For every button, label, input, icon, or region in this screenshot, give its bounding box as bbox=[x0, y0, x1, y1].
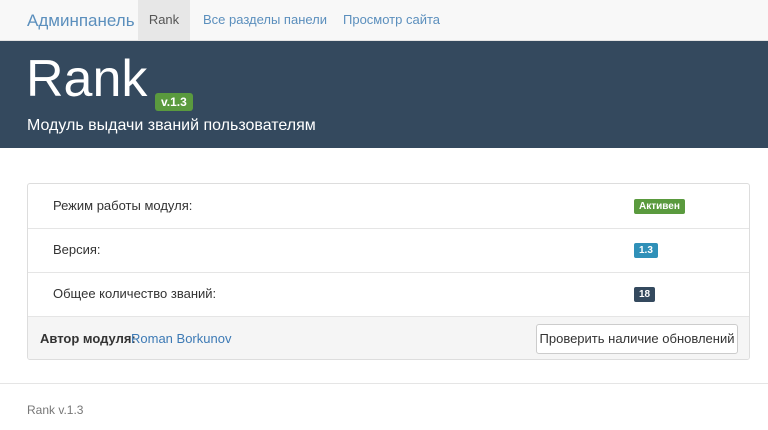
info-row-rank-count: Общее количество званий: 18 bbox=[28, 272, 749, 317]
status-badge: Активен bbox=[634, 199, 685, 214]
brand-link[interactable]: Админпанель bbox=[27, 11, 135, 31]
footer-divider bbox=[0, 383, 768, 384]
page-subtitle: Модуль выдачи званий пользователям bbox=[27, 117, 316, 134]
nav-item-rank[interactable]: Rank bbox=[138, 0, 190, 40]
version-value-badge: 1.3 bbox=[634, 243, 658, 258]
page-header: Rank v.1.3 Модуль выдачи званий пользова… bbox=[0, 41, 768, 148]
author-link[interactable]: Roman Borkunov bbox=[131, 331, 231, 346]
nav-item-all-sections[interactable]: Все разделы панели bbox=[203, 0, 327, 40]
module-info-panel: Режим работы модуля: Активен Версия: 1.3… bbox=[27, 183, 750, 360]
row-label: Режим работы модуля: bbox=[53, 198, 193, 213]
rank-count-badge: 18 bbox=[634, 287, 656, 302]
footer-text: Rank v.1.3 bbox=[27, 403, 84, 417]
info-row-mode: Режим работы модуля: Активен bbox=[28, 184, 749, 229]
panel-footer: Автор модуля: Roman Borkunov Проверить н… bbox=[28, 317, 749, 359]
nav-item-view-site[interactable]: Просмотр сайта bbox=[343, 0, 440, 40]
top-navbar: Админпанель Rank Все разделы панели Прос… bbox=[0, 0, 768, 41]
page-title: Rank bbox=[26, 50, 148, 108]
row-label: Версия: bbox=[53, 242, 101, 257]
check-updates-button[interactable]: Проверить наличие обновлений bbox=[536, 324, 738, 354]
author-label: Автор модуля: bbox=[40, 331, 136, 346]
info-row-version: Версия: 1.3 bbox=[28, 228, 749, 273]
version-badge: v.1.3 bbox=[155, 93, 193, 111]
row-label: Общее количество званий: bbox=[53, 286, 217, 301]
